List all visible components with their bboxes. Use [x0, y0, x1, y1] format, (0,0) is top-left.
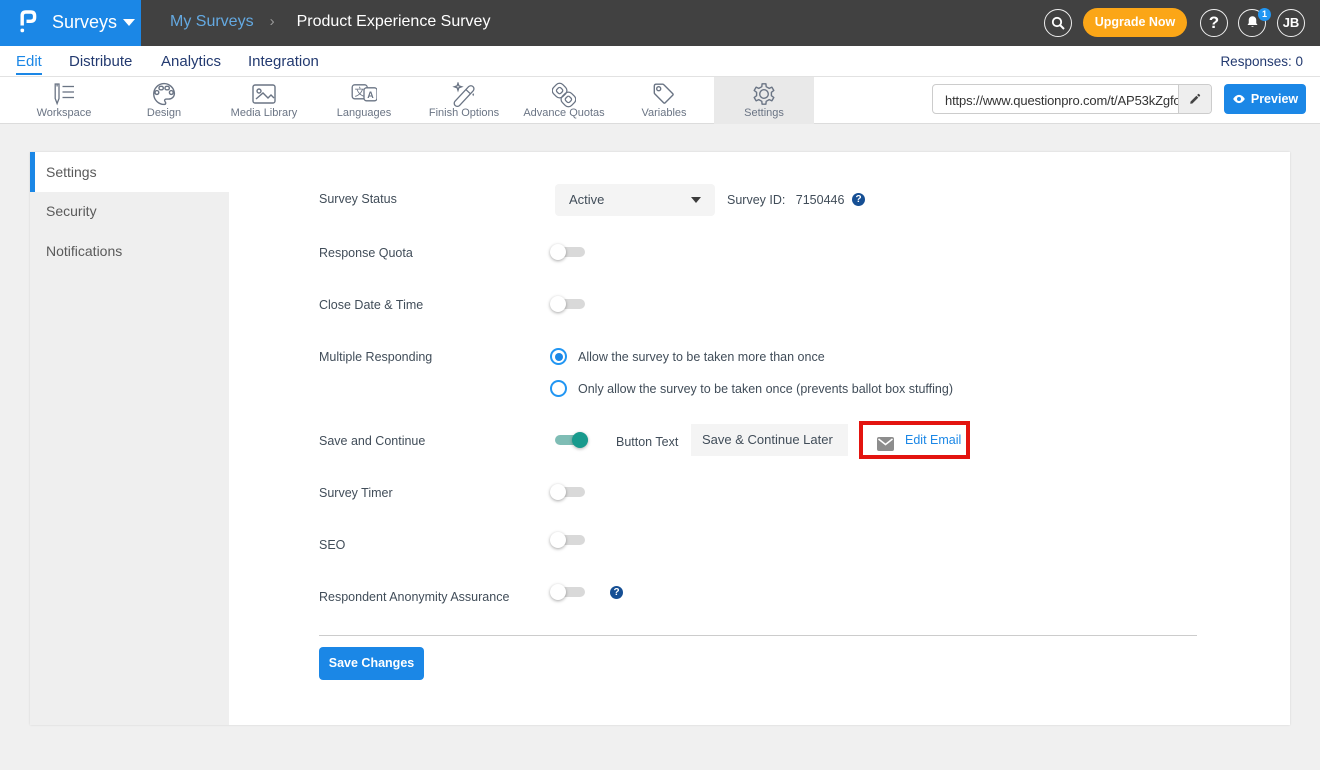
- svg-text:A: A: [367, 90, 374, 100]
